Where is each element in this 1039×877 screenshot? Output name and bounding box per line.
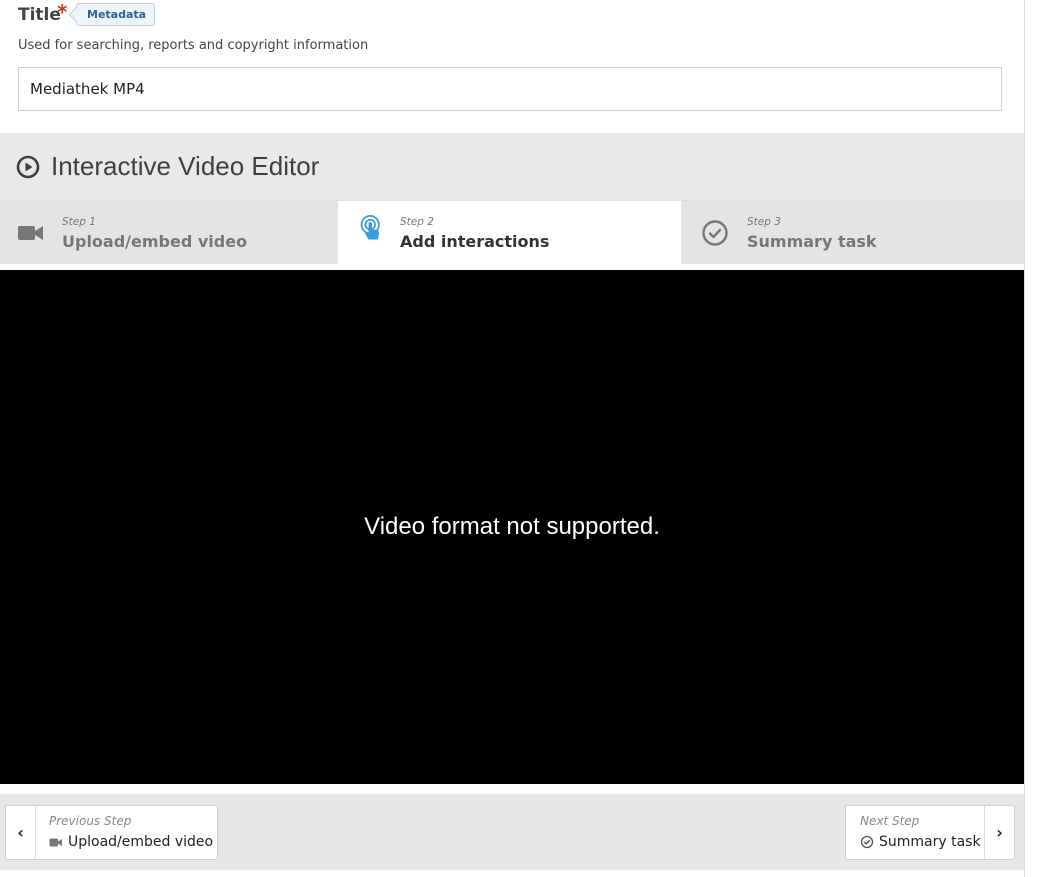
next-step-label: Summary task [879,834,981,850]
editor-header: Interactive Video Editor [0,133,1024,200]
video-player[interactable]: Video format not supported. [0,270,1024,784]
tab-label: Upload/embed video [62,232,248,251]
next-step-caption: Next Step [860,814,920,828]
tab-step-number: Step 1 [62,216,96,228]
video-error-message: Video format not supported. [364,513,660,540]
tab-label: Add interactions [400,232,550,251]
tab-add-interactions[interactable]: Step 2 Add interactions [338,201,681,267]
tab-summary-task[interactable]: Step 3 Summary task [681,201,1024,264]
next-step-button[interactable]: Next Step Summary task › [845,805,1015,860]
title-field: Title * Metadata Used for searching, rep… [0,0,1024,133]
touch-hand-icon [360,215,380,240]
next-step-label-wrap: Summary task [860,834,981,850]
check-circle-icon [702,220,728,246]
previous-step-label-wrap: Upload/embed video [49,834,213,850]
right-edge-divider [1024,0,1025,877]
video-camera-icon [49,838,62,846]
chevron-left-icon: ‹ [6,806,36,859]
title-input[interactable] [18,67,1002,111]
tab-step-number: Step 3 [747,216,781,228]
previous-step-button[interactable]: ‹ Previous Step Upload/embed video [5,805,218,860]
tab-step-number: Step 2 [400,216,434,228]
video-camera-icon [18,226,43,240]
editor-title: Interactive Video Editor [51,151,320,181]
metadata-button[interactable]: Metadata [76,3,156,26]
title-description: Used for searching, reports and copyrigh… [18,38,369,53]
chevron-right-icon: › [984,806,1014,859]
title-label: Title [18,5,61,25]
play-circle-icon [16,155,40,179]
required-mark: * [57,0,68,24]
previous-step-label: Upload/embed video [68,834,214,850]
step-navigation: ‹ Previous Step Upload/embed video Next … [0,794,1024,870]
previous-step-caption: Previous Step [49,814,132,828]
check-circle-icon [860,835,874,849]
step-tabs: Step 1 Upload/embed video Step 2 Add int… [0,200,1024,267]
tab-upload-embed-video[interactable]: Step 1 Upload/embed video [0,201,338,264]
tab-label: Summary task [747,232,877,251]
